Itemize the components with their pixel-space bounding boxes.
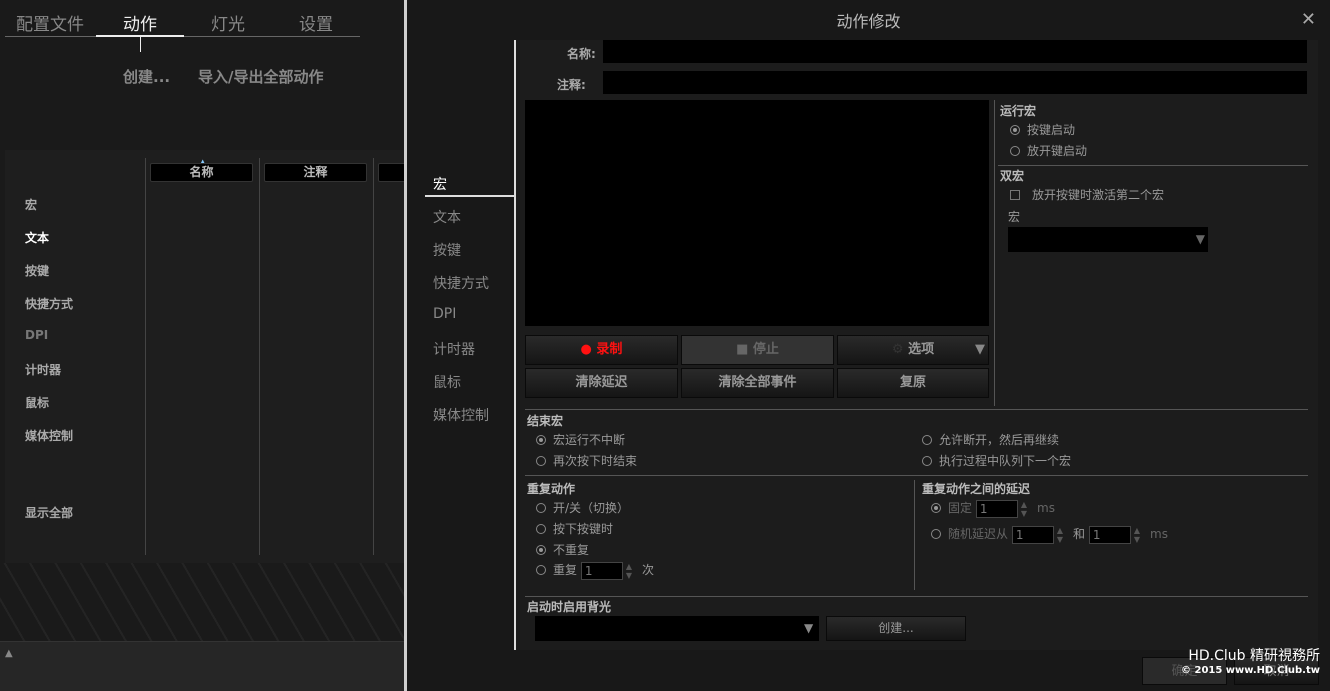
side-media[interactable]: 媒体控制 — [433, 405, 489, 425]
column-divider — [145, 158, 146, 555]
watermark: HD.Club 精研視務所 © 2015 www.HD.Club.tw — [1181, 648, 1320, 676]
repeat-delay-title: 重复动作之间的延迟 — [922, 482, 1031, 496]
fixed-delay-input[interactable]: 1 — [975, 499, 1018, 518]
side-shortcut[interactable]: 快捷方式 — [433, 273, 489, 293]
category-macro[interactable]: 宏 — [25, 196, 37, 213]
create-link[interactable]: 创建... — [123, 66, 170, 87]
column-divider — [373, 158, 374, 555]
end-macro-title: 结束宏 — [527, 414, 564, 428]
run-on-press-radio[interactable]: 按键启动 — [1010, 121, 1075, 138]
category-mouse[interactable]: 鼠标 — [25, 394, 49, 411]
backlight-title: 启动时启用背光 — [527, 600, 612, 614]
random-from-input[interactable]: 1 — [1011, 525, 1054, 544]
vertical-divider — [914, 480, 915, 590]
import-export-link[interactable]: 导入/导出全部动作 — [198, 66, 323, 87]
side-dpi[interactable]: DPI — [433, 306, 456, 322]
side-text[interactable]: 文本 — [433, 207, 461, 227]
category-timer[interactable]: 计时器 — [25, 361, 61, 378]
show-all-link[interactable]: 显示全部 — [25, 504, 73, 521]
backlight-create-button[interactable]: 创建... — [826, 616, 966, 641]
category-shortcut[interactable]: 快捷方式 — [25, 295, 73, 312]
close-icon[interactable]: ✕ — [1301, 9, 1316, 30]
spinner-icon[interactable]: ▲ ▼ — [626, 562, 632, 580]
gear-icon: ⚙ — [891, 342, 909, 357]
category-text[interactable]: 文本 — [25, 229, 49, 246]
hex-background — [0, 563, 405, 641]
dual-macro-checkbox[interactable]: 放开按键时激活第二个宏 — [1010, 186, 1164, 203]
tab-pointer — [140, 37, 141, 52]
dropdown-arrow-icon: ▼ — [804, 621, 814, 635]
dropdown-arrow-icon: ▼ — [1195, 232, 1205, 246]
tab-profiles[interactable]: 配置文件 — [16, 10, 84, 35]
divider — [525, 475, 1308, 476]
macro-events-list[interactable] — [525, 100, 989, 326]
tab-lighting[interactable]: 灯光 — [211, 10, 245, 35]
category-keys[interactable]: 按键 — [25, 262, 49, 279]
no-repeat-radio[interactable]: 不重复 — [536, 541, 589, 558]
clear-all-events-button[interactable]: 清除全部事件 — [681, 368, 834, 398]
action-edit-dialog: 动作修改 ✕ 宏 文本 按键 快捷方式 DPI 计时器 鼠标 媒体控制 名称: … — [407, 0, 1330, 691]
restore-button[interactable]: 复原 — [837, 368, 989, 398]
record-button[interactable]: ● 录制 — [525, 335, 678, 365]
end-on-press-again-radio[interactable]: 再次按下时结束 — [536, 452, 637, 469]
backlight-select[interactable] — [535, 616, 819, 641]
side-keys[interactable]: 按键 — [433, 240, 461, 260]
repeat-count-radio[interactable]: 重复 1 ▲ ▼ 次 — [536, 561, 654, 580]
random-to-input[interactable]: 1 — [1088, 525, 1131, 544]
side-macro[interactable]: 宏 — [433, 174, 447, 194]
dialog-title: 动作修改 — [836, 12, 901, 31]
vertical-divider — [994, 100, 995, 406]
end-queue-next-radio[interactable]: 执行过程中队列下一个宏 — [922, 452, 1071, 469]
note-input[interactable] — [603, 71, 1307, 94]
category-media[interactable]: 媒体控制 — [25, 427, 73, 444]
name-input[interactable] — [603, 40, 1307, 63]
category-dpi[interactable]: DPI — [25, 328, 48, 342]
run-macro-title: 运行宏 — [1000, 104, 1037, 118]
record-dot-icon: ● — [580, 342, 597, 357]
action-list: 宏 文本 按键 快捷方式 DPI 计时器 鼠标 媒体控制 显示全部 ▲ 名称 注… — [5, 150, 418, 563]
expand-up-icon[interactable]: ▲ — [5, 648, 13, 659]
column-header-name[interactable]: 名称 — [150, 163, 253, 182]
column-divider — [259, 158, 260, 555]
stop-button[interactable]: ■ 停止 — [681, 335, 834, 365]
bottom-bar: ▲ — [0, 641, 405, 691]
side-active-line — [425, 195, 515, 197]
end-allow-break-radio[interactable]: 允许断开，然后再继续 — [922, 431, 1059, 448]
name-label: 名称: — [567, 47, 596, 61]
tab-actions[interactable]: 动作 — [123, 10, 157, 35]
options-button[interactable]: ⚙ 选项 ▼ — [837, 335, 989, 365]
second-macro-select[interactable]: ▼ — [1008, 227, 1208, 252]
divider — [525, 409, 1308, 410]
dual-macro-title: 双宏 — [1000, 169, 1025, 183]
repeat-count-input[interactable]: 1 — [580, 561, 623, 580]
repeat-while-held-radio[interactable]: 按下按键时 — [536, 520, 613, 537]
note-label: 注释: — [557, 78, 586, 92]
side-mouse[interactable]: 鼠标 — [433, 372, 461, 392]
fixed-delay-radio[interactable]: 固定 1 ▲ ▼ ms — [931, 499, 1055, 518]
second-macro-label: 宏 — [1008, 210, 1021, 224]
divider — [525, 596, 1308, 597]
end-no-interrupt-radio[interactable]: 宏运行不中断 — [536, 431, 625, 448]
tab-settings[interactable]: 设置 — [299, 10, 333, 35]
clear-delay-button[interactable]: 清除延迟 — [525, 368, 678, 398]
column-header-note[interactable]: 注释 — [264, 163, 367, 182]
divider — [998, 165, 1308, 166]
actions-panel: 配置文件 动作 灯光 设置 创建... 导入/导出全部动作 宏 文本 按键 快捷… — [0, 0, 418, 691]
random-delay-radio[interactable]: 随机延迟从 1 ▲ ▼ 和 1 ▲ ▼ ms — [931, 525, 1168, 544]
side-timer[interactable]: 计时器 — [433, 339, 475, 359]
repeat-toggle-radio[interactable]: 开/关（切换） — [536, 499, 629, 516]
macro-panel: 名称: 注释: ● 录制 ■ 停止 ⚙ 选项 ▼ 清除延迟 清除全部事件 复原 运… — [514, 40, 1318, 650]
dropdown-arrow-icon: ▼ — [975, 342, 985, 357]
stop-square-icon: ■ — [736, 342, 753, 357]
run-on-release-radio[interactable]: 放开键启动 — [1010, 142, 1087, 159]
repeat-title: 重复动作 — [527, 482, 576, 496]
